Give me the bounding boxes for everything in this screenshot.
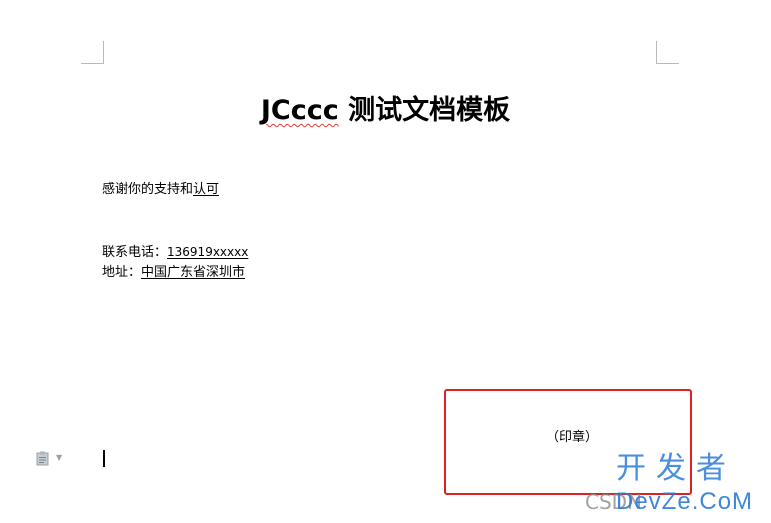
document-title: JCccc 测试文档模板 [0, 94, 771, 128]
chevron-down-icon[interactable]: ▼ [56, 453, 62, 463]
stamp-label: （印章） [546, 430, 599, 445]
address-line: 地址：中国广东省深圳市 [102, 264, 245, 282]
phone-value: 136919xxxxx [167, 245, 249, 259]
phone-label: 联系电话： [102, 245, 168, 260]
thanks-text: 感谢你的支持和 [102, 182, 194, 197]
title-brand: JCccc [260, 95, 339, 126]
thanks-line: 感谢你的支持和认可 [102, 181, 219, 199]
page-corner-mark-top-left [81, 41, 104, 64]
watermark-cn: 开发者 [616, 451, 736, 486]
paste-options-icon[interactable] [36, 451, 50, 466]
phone-line: 联系电话：136919xxxxx [102, 243, 248, 262]
watermark-brand: DevZe.CoM [616, 488, 754, 515]
thanks-underlined: 认可 [193, 182, 220, 197]
address-value: 中国广东省深圳市 [141, 265, 246, 280]
page-corner-mark-top-right [656, 41, 679, 64]
title-text: 测试文档模板 [338, 95, 511, 126]
text-cursor [103, 450, 105, 467]
address-label: 地址： [102, 265, 142, 280]
